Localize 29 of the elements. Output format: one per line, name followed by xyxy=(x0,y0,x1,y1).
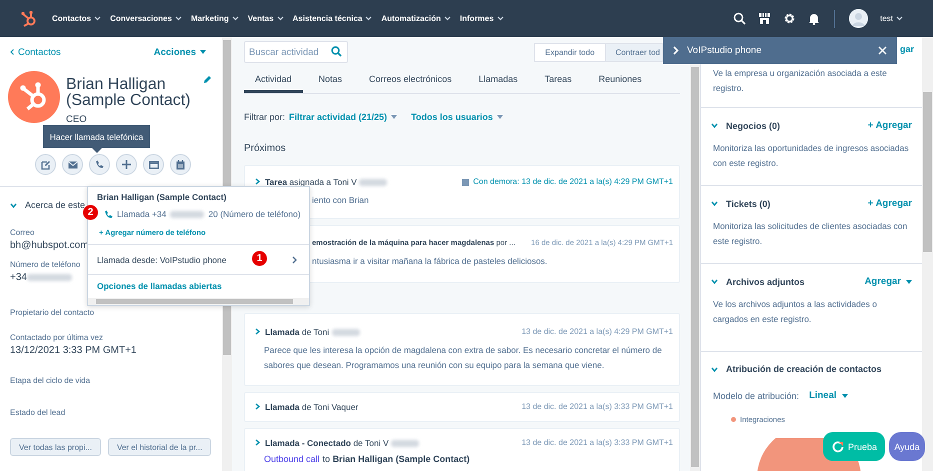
field-value: +34 xyxy=(10,272,72,283)
card-date: 13 de dic. de 2021 a la(s) 3:33 PM GMT+1 xyxy=(522,401,673,413)
field-label: Estado del lead xyxy=(10,408,66,417)
section-heading: Próximos xyxy=(244,143,287,154)
call-option-detail: 20 (Número de teléfono) xyxy=(208,209,301,219)
card-text: Parece que les interesa la opción de magdalena con extra de sabor. Es necesario concretar el número de sabores que desean. Programamos una reunión con su equipo para la semana que viene. xyxy=(264,344,663,372)
field-label: Etapa del ciclo de vida xyxy=(10,376,90,385)
card-text: to Brian Halligan (Sample Contact) xyxy=(322,454,470,464)
card-date: Con demora: 13 de dic. de 2021 a la(s) 4:29 PM GMT+1 xyxy=(473,176,673,188)
section-text: Monitoriza las oportunidades de ingresos asociadas con este registro. xyxy=(712,142,910,170)
section-text: Ve la empresa u organización asociada a este registro. xyxy=(712,67,888,95)
field-value: 13/12/2021 3:33 PM GMT+1 xyxy=(10,345,136,356)
filter-label: Filtrar por: xyxy=(244,112,286,122)
card-text: iento con Brian xyxy=(312,194,370,207)
card-date: 13 de dic. de 2021 a la(s) 3:33 PM GMT+1 xyxy=(522,437,673,449)
field-label: Propietario del contacto xyxy=(10,308,94,317)
section-text: Monitoriza las solicitudes de clientes asociadas con este registro. xyxy=(712,220,908,248)
card-text: ntusiasma ir a visitar mañana la fábrica de pasteles deliciosos. xyxy=(312,255,548,268)
field-label: Correo xyxy=(10,228,34,237)
card-date: 13 de dic. de 2021 a la(s) 4:29 PM GMT+1 xyxy=(522,326,673,338)
section-text: Ve los archivos adjuntos a las actividades o cargados en este registro. xyxy=(712,298,878,326)
contact-job-title: CEO xyxy=(66,114,88,125)
field-label: Modelo de atribución: xyxy=(713,390,800,400)
dialer-title: VoIPstudio phone xyxy=(687,45,762,56)
popover-title: Brian Halligan (Sample Contact) xyxy=(96,191,228,202)
contact-name: Brian Halligan (Sample Contact) xyxy=(66,77,192,109)
field-label: Contactado por última vez xyxy=(10,333,103,342)
field-label: Número de teléfono xyxy=(10,260,80,269)
field-value: bh@hubspot.com xyxy=(10,240,89,251)
